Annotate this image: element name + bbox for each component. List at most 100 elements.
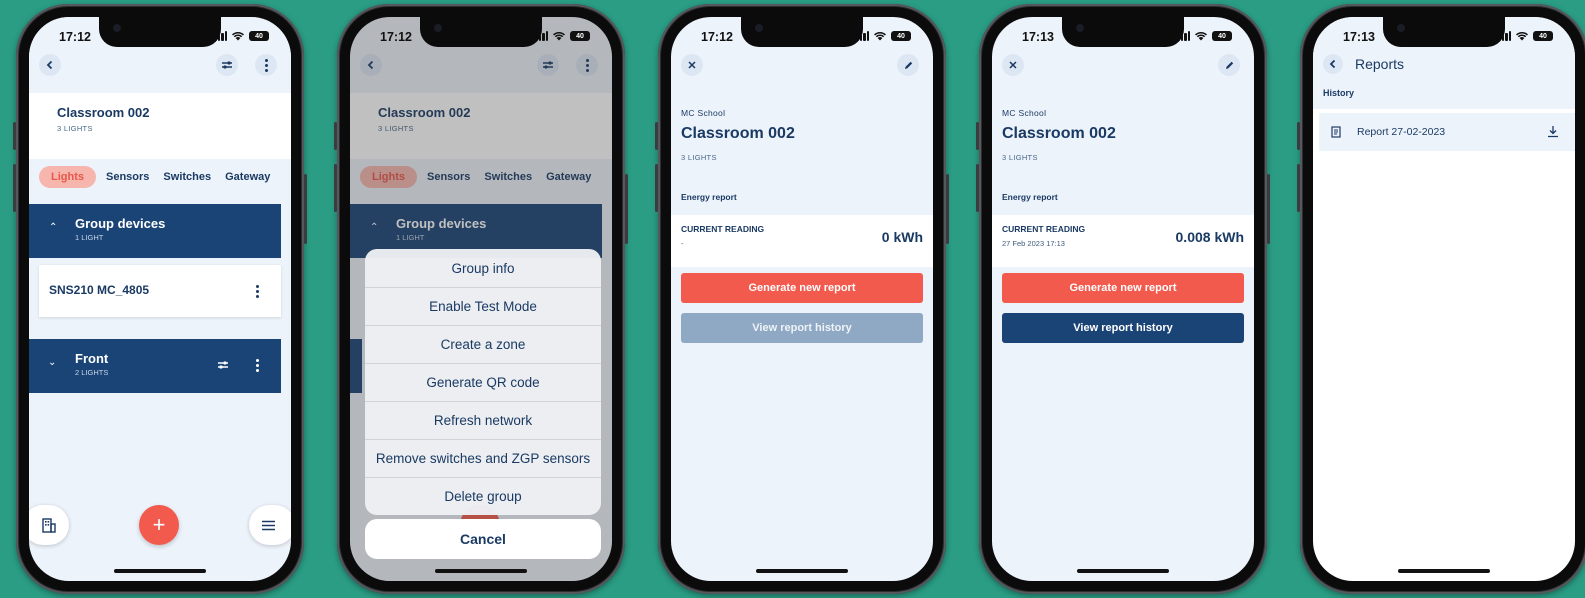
tune-icon[interactable] bbox=[217, 360, 229, 370]
reading-date: 27 Feb 2023 17:13 bbox=[1002, 239, 1065, 248]
reading-label: CURRENT READING bbox=[681, 224, 765, 234]
clock: 17:12 bbox=[380, 30, 412, 44]
close-icon: ✕ bbox=[687, 59, 697, 72]
screen-room-lights: 17:12 40 Classroom 002 3 LIGHTS Lights S… bbox=[29, 17, 291, 581]
section-label: Energy report bbox=[1002, 192, 1058, 202]
clock: 17:12 bbox=[701, 30, 733, 44]
back-button[interactable] bbox=[39, 54, 61, 76]
group-title: Group devices bbox=[75, 216, 166, 231]
room-title: Classroom 002 bbox=[681, 125, 795, 142]
close-button[interactable]: ✕ bbox=[1002, 54, 1024, 76]
menu-item-delete-group[interactable]: Delete group bbox=[365, 477, 601, 515]
download-icon[interactable] bbox=[1547, 125, 1559, 138]
wifi-icon bbox=[1195, 31, 1207, 41]
report-name: Report 27-02-2023 bbox=[1357, 126, 1446, 138]
back-button[interactable] bbox=[1323, 54, 1343, 74]
collapse-icon: ⌃ bbox=[49, 222, 58, 233]
add-button[interactable]: + bbox=[139, 505, 179, 545]
group-header-front[interactable]: ⌄ Front 2 LIGHTS bbox=[29, 339, 281, 393]
wifi-icon bbox=[874, 31, 886, 41]
close-button[interactable]: ✕ bbox=[681, 54, 703, 76]
building-button[interactable] bbox=[29, 505, 69, 545]
screen-energy-report: 17:12 40 ✕ MC School Classroom 002 3 LIG… bbox=[671, 17, 933, 581]
generate-report-button[interactable]: Generate new report bbox=[1002, 273, 1244, 303]
phone-5: 17:13 40 Reports History Report 27-02-20… bbox=[1297, 4, 1585, 594]
edit-icon bbox=[904, 61, 912, 69]
more-button[interactable] bbox=[255, 54, 277, 76]
menu-item-enable-test-mode[interactable]: Enable Test Mode bbox=[365, 287, 601, 325]
phone-4: 17:13 40 ✕ MC School Classroom 002 3 LIG… bbox=[976, 4, 1270, 594]
reading-date: - bbox=[681, 239, 684, 248]
view-history-button[interactable]: View report history bbox=[1002, 313, 1244, 343]
clock: 17:13 bbox=[1022, 30, 1054, 44]
group-header-group-devices[interactable]: ⌃ Group devices 1 LIGHT bbox=[29, 204, 281, 258]
generate-report-button[interactable]: Generate new report bbox=[681, 273, 923, 303]
menu-item-refresh-network[interactable]: Refresh network bbox=[365, 401, 601, 439]
wifi-icon bbox=[553, 31, 565, 41]
group-sub: 2 LIGHTS bbox=[75, 368, 109, 377]
edit-button[interactable] bbox=[897, 54, 919, 76]
school-name: MC School bbox=[1002, 108, 1047, 118]
battery-icon: 40 bbox=[1212, 31, 1232, 41]
room-title: Classroom 002 bbox=[1002, 125, 1116, 142]
battery-icon: 40 bbox=[1533, 31, 1553, 41]
screen-reports: 17:13 40 Reports History Report 27-02-20… bbox=[1313, 17, 1575, 581]
phone-3: 17:12 40 ✕ MC School Classroom 002 3 LIG… bbox=[655, 4, 949, 594]
device-row[interactable]: SNS210 MC_4805 bbox=[39, 265, 281, 317]
device-more-icon[interactable] bbox=[256, 285, 259, 298]
school-name: MC School bbox=[681, 108, 726, 118]
section-label: Energy report bbox=[681, 192, 737, 202]
menu-item-remove-switches[interactable]: Remove switches and ZGP sensors bbox=[365, 439, 601, 477]
menu-button[interactable] bbox=[249, 505, 291, 545]
close-icon: ✕ bbox=[1008, 59, 1018, 72]
tune-button[interactable] bbox=[216, 54, 238, 76]
screen-energy-report-updated: 17:13 40 ✕ MC School Classroom 002 3 LIG… bbox=[992, 17, 1254, 581]
tab-switches[interactable]: Switches bbox=[159, 166, 215, 188]
clock: 17:13 bbox=[1343, 30, 1375, 44]
group-more-icon[interactable] bbox=[256, 359, 259, 372]
cancel-button[interactable]: Cancel bbox=[365, 519, 601, 559]
back-icon bbox=[1329, 59, 1336, 69]
reading-label: CURRENT READING bbox=[1002, 224, 1086, 234]
tune-icon bbox=[222, 61, 232, 69]
menu-item-generate-qr[interactable]: Generate QR code bbox=[365, 363, 601, 401]
battery-icon: 40 bbox=[891, 31, 911, 41]
reading-value: 0.008 kWh bbox=[1175, 229, 1244, 245]
tab-lights[interactable]: Lights bbox=[39, 166, 96, 188]
battery-icon: 40 bbox=[249, 31, 269, 41]
menu-item-group-info[interactable]: Group info bbox=[365, 249, 601, 287]
clock: 17:12 bbox=[59, 30, 91, 44]
menu-icon bbox=[262, 520, 275, 530]
room-sub: 3 LIGHTS bbox=[681, 153, 717, 162]
wifi-icon bbox=[232, 31, 244, 41]
screen-group-menu: 17:12 40 Classroom 002 3 LIGHTS Lights S… bbox=[350, 17, 612, 581]
edit-icon bbox=[1225, 61, 1233, 69]
tab-sensors[interactable]: Sensors bbox=[104, 166, 151, 188]
current-reading-card: CURRENT READING 27 Feb 2023 17:13 0.008 … bbox=[992, 215, 1254, 267]
group-title: Front bbox=[75, 351, 109, 366]
phone-1: 17:12 40 Classroom 002 3 LIGHTS Lights S… bbox=[13, 4, 307, 594]
page-title: Reports bbox=[1355, 56, 1405, 72]
room-sub: 3 LIGHTS bbox=[57, 124, 93, 133]
tab-gateway[interactable]: Gateway bbox=[223, 166, 272, 188]
section-label: History bbox=[1323, 88, 1355, 98]
more-icon bbox=[264, 58, 268, 72]
wifi-icon bbox=[1516, 31, 1528, 41]
building-icon bbox=[42, 518, 56, 533]
view-history-button[interactable]: View report history bbox=[681, 313, 923, 343]
add-icon: + bbox=[152, 512, 166, 537]
phone-2: 17:12 40 Classroom 002 3 LIGHTS Lights S… bbox=[334, 4, 628, 594]
expand-icon: ⌄ bbox=[48, 357, 57, 368]
device-name: SNS210 MC_4805 bbox=[49, 283, 150, 297]
action-sheet: Group info Enable Test Mode Create a zon… bbox=[365, 249, 601, 515]
room-title: Classroom 002 bbox=[57, 105, 150, 120]
current-reading-card: CURRENT READING - 0 kWh bbox=[671, 215, 933, 267]
room-card: Classroom 002 3 LIGHTS bbox=[29, 93, 291, 159]
battery-icon: 40 bbox=[570, 31, 590, 41]
report-row[interactable]: Report 27-02-2023 bbox=[1319, 113, 1575, 151]
menu-item-create-zone[interactable]: Create a zone bbox=[365, 325, 601, 363]
tab-bar: Lights Sensors Switches Gateway bbox=[39, 166, 285, 188]
edit-button[interactable] bbox=[1218, 54, 1240, 76]
group-sub: 1 LIGHT bbox=[75, 233, 104, 242]
room-sub: 3 LIGHTS bbox=[1002, 153, 1038, 162]
